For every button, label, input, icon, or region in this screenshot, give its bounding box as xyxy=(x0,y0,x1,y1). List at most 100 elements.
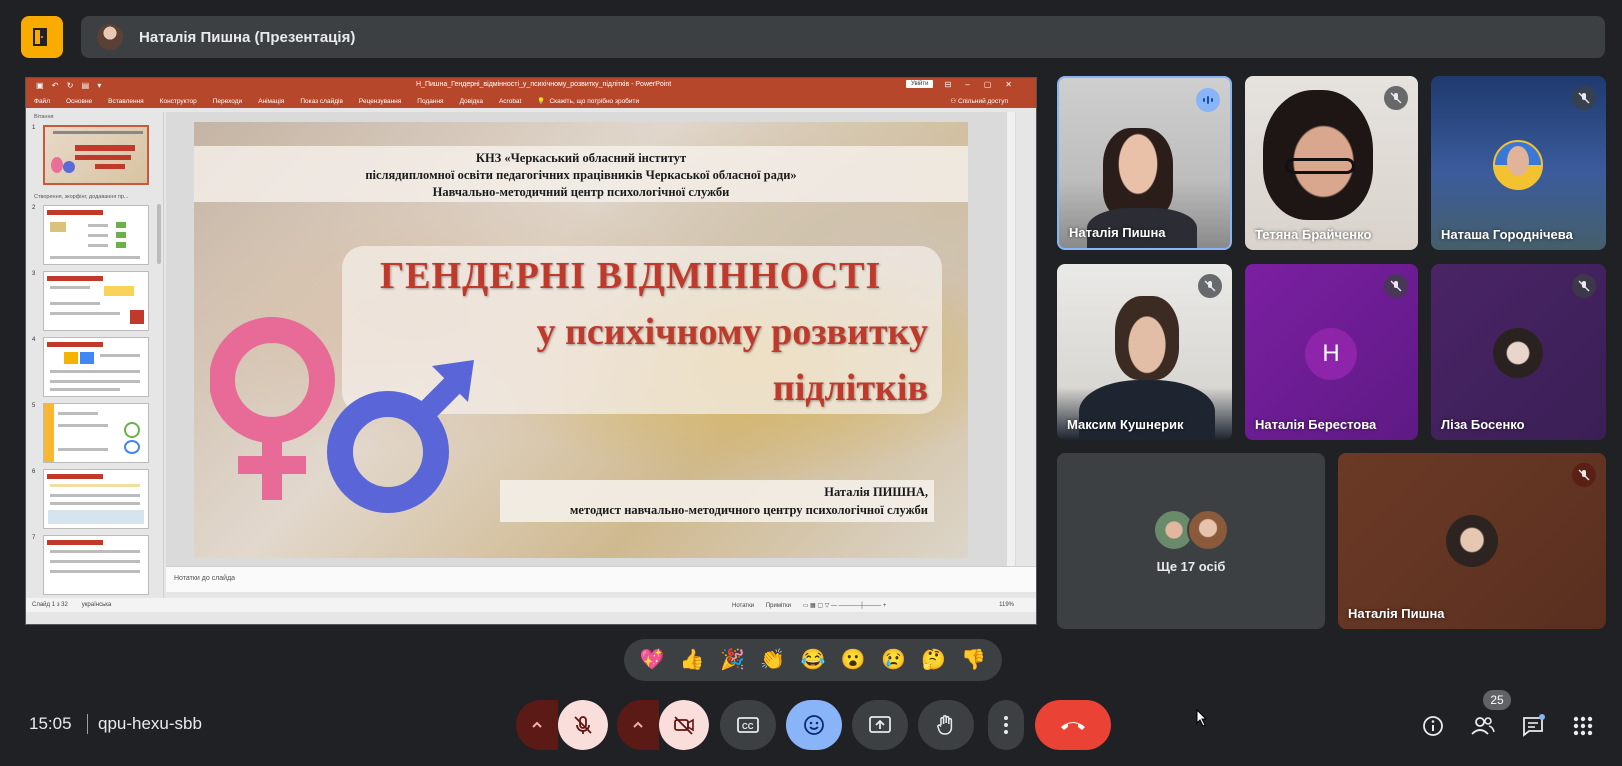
raise-hand-button[interactable] xyxy=(918,700,974,750)
people-button[interactable] xyxy=(1469,712,1497,740)
ppt-share-label: Спільний доступ xyxy=(958,98,1008,105)
ppt-menu-help: Довідка xyxy=(459,97,483,105)
reaction-thumbs-down[interactable]: 👎 xyxy=(961,650,986,670)
presenter-bar: Наталія Пишна (Презентація) xyxy=(81,16,1605,58)
thumbnail-number: 1 xyxy=(32,125,36,131)
meet-window: Наталія Пишна (Презентація) ▣ ↶ ↻ ▤ ▾ Н_… xyxy=(0,0,1622,766)
chevron-up-icon xyxy=(633,721,643,728)
mouse-cursor-icon xyxy=(1196,709,1208,727)
exit-icon xyxy=(33,28,47,46)
thumbnail-number: 5 xyxy=(32,403,36,409)
participant-tile[interactable]: Максим Кушнерик xyxy=(1057,264,1232,440)
ppt-menu-file: Файл xyxy=(34,97,50,105)
ppt-ribbon-tabs: Файл Основне Вставлення Конструктор Пере… xyxy=(26,94,1036,108)
ppt-tell-me: 💡 Скажіть, що потрібно зробити xyxy=(537,97,655,105)
reaction-clapping[interactable]: 👏 xyxy=(760,650,785,670)
presenter-label: Наталія Пишна (Презентація) xyxy=(139,28,356,46)
participant-avatar xyxy=(1187,509,1229,551)
participant-initial-avatar: Н xyxy=(1305,328,1357,380)
participant-tile[interactable]: Тетяна Брайченко xyxy=(1245,76,1418,250)
captions-icon: CC xyxy=(737,717,759,733)
slide-thumbnail: 7 xyxy=(26,532,163,598)
participant-tile[interactable]: Наташа Городнічева xyxy=(1431,76,1606,250)
thumbnail-number: 6 xyxy=(32,469,36,475)
slide-thumbnail: 3 xyxy=(26,268,163,334)
reaction-crying[interactable]: 😢 xyxy=(881,650,906,670)
participant-avatar-face xyxy=(1507,146,1529,176)
participants-count-badge: 25 xyxy=(1483,690,1511,710)
reaction-thinking[interactable]: 🤔 xyxy=(921,650,946,670)
ppt-section-label: Вітання xyxy=(34,114,54,120)
participant-name: Тетяна Брайченко xyxy=(1255,227,1372,242)
meeting-code: qpu-hexu-sbb xyxy=(98,714,202,733)
status-language: українська xyxy=(81,602,112,608)
reaction-party-popper[interactable]: 🎉 xyxy=(720,650,745,670)
reaction-laughing[interactable]: 😂 xyxy=(801,650,826,670)
ppt-slide-thumbnails: Вітання 1 Створення, зкорфінг, додавання… xyxy=(26,112,164,604)
present-button[interactable] xyxy=(852,700,908,750)
raise-hand-icon xyxy=(937,715,953,735)
participant-tile[interactable]: Наталія Пишна xyxy=(1057,76,1232,250)
mic-off-icon xyxy=(1572,274,1596,298)
ppt-signin-button: Увійти xyxy=(906,80,934,88)
participant-tile[interactable]: Ліза Босенко xyxy=(1431,264,1606,440)
audio-options-button[interactable] xyxy=(516,700,558,750)
shared-screen-powerpoint: ▣ ↶ ↻ ▤ ▾ Н_Пишна_Гендерні_відмінності_у… xyxy=(25,77,1037,625)
ppt-statusbar: Слайд 1 з 32 українська Нотатки Примітки… xyxy=(26,598,1036,612)
status-view-controls: Нотатки Примітки ▭ ▦ ▢ ▽ — ─────┼──── + xyxy=(732,602,896,609)
video-options-button[interactable] xyxy=(617,700,659,750)
chevron-up-icon xyxy=(532,721,542,728)
ppt-menu-slideshow: Показ слайдів xyxy=(300,97,343,105)
people-icon xyxy=(1471,717,1495,735)
participant-tile[interactable]: Н Наталія Берестова xyxy=(1245,264,1418,440)
ppt-section-label-2: Створення, зкорфінг, додавання пр... xyxy=(34,194,129,200)
ppt-menu-insert: Вставлення xyxy=(108,97,144,105)
reactions-button[interactable] xyxy=(786,700,842,750)
mic-off-icon xyxy=(1572,463,1596,487)
slide-title-line2: у психічному розвитку xyxy=(536,311,928,353)
meeting-details-button[interactable] xyxy=(1419,712,1447,740)
participant-glasses xyxy=(1285,158,1355,174)
info-icon xyxy=(1423,716,1443,736)
activities-button[interactable] xyxy=(1569,712,1597,740)
leave-call-button[interactable] xyxy=(1035,700,1111,750)
speaking-indicator-icon xyxy=(1196,88,1220,112)
activities-icon xyxy=(1573,716,1593,736)
participant-name: Наталія Берестова xyxy=(1255,417,1377,432)
slide-header-line1: КНЗ «Черкаський обласний інститут xyxy=(475,151,687,165)
status-zoom: 119% xyxy=(999,602,1014,608)
mic-off-icon xyxy=(574,716,592,734)
participant-tile[interactable]: Наталія Пишна xyxy=(1338,453,1606,629)
participant-video xyxy=(1263,90,1373,220)
slide-header-line3: Навчально-методичний центр психологічної… xyxy=(432,185,730,199)
reaction-thumbs-up[interactable]: 👍 xyxy=(680,650,705,670)
mic-off-icon xyxy=(1572,86,1596,110)
ppt-menu-acrobat: Acrobat xyxy=(498,97,522,105)
camera-off-icon xyxy=(674,716,694,735)
participant-name: Наталія Пишна xyxy=(1069,225,1166,240)
slide-header-line2: післядипломної освіти педагогічних праці… xyxy=(365,168,797,182)
mic-toggle-button[interactable] xyxy=(558,700,608,750)
slide-author-position: методист навчально-методичного центру пс… xyxy=(569,503,928,517)
hangup-icon xyxy=(1061,722,1085,730)
svg-text:CC: CC xyxy=(742,722,754,731)
chat-button[interactable] xyxy=(1519,712,1547,740)
reaction-sparkling-heart[interactable]: 💖 xyxy=(640,650,665,670)
slide-header: КНЗ «Черкаський обласний інститут післяд… xyxy=(194,146,968,202)
reactions-bar: 💖 👍 🎉 👏 😂 😮 😢 🤔 👎 xyxy=(624,639,1002,681)
more-options-button[interactable] xyxy=(988,700,1024,750)
ppt-slide-canvas: КНЗ «Черкаський обласний інститут післяд… xyxy=(166,112,1016,566)
camera-toggle-button[interactable] xyxy=(659,700,709,750)
captions-button[interactable]: CC xyxy=(720,700,776,750)
more-participants-tile[interactable]: Ще 17 осіб xyxy=(1057,453,1325,629)
participant-video xyxy=(1115,296,1179,380)
slide-thumbnail: 5 xyxy=(26,400,163,466)
slide-title-line1: ГЕНДЕРНІ ВІДМІННОСТІ xyxy=(380,255,882,297)
participant-avatar xyxy=(1446,515,1498,567)
slide-thumbnail: 4 xyxy=(26,334,163,400)
leave-presentation-button[interactable] xyxy=(21,16,63,58)
gender-symbols-image xyxy=(210,317,474,513)
emoji-icon xyxy=(804,715,824,735)
slide-title-line3: підлітків xyxy=(772,367,928,409)
reaction-surprised[interactable]: 😮 xyxy=(841,650,866,670)
